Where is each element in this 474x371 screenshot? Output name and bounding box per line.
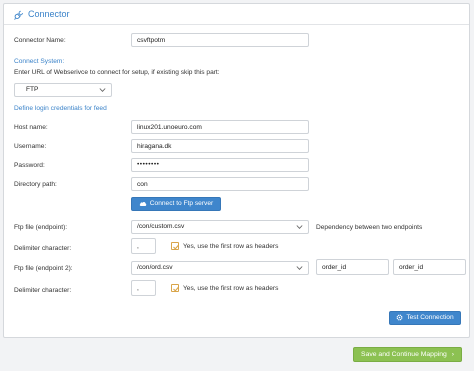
endpoint2-key2-input[interactable] — [393, 259, 466, 275]
connect-ftp-button[interactable]: Connect to Ftp server — [131, 197, 221, 211]
check-icon — [173, 286, 180, 292]
endpoint2-select[interactable]: /con/ord.csv — [131, 261, 309, 275]
endpoint2-delimiter-input[interactable] — [131, 280, 156, 296]
chevron-down-icon — [296, 225, 303, 229]
endpoint2-headers-checkbox[interactable] — [171, 284, 180, 292]
save-continue-label: Save and Continue Mapping — [361, 351, 447, 358]
test-connection-button[interactable]: Test Connection — [389, 311, 461, 325]
chevron-down-icon — [99, 88, 106, 92]
connect-system-heading: Connect System: — [14, 58, 65, 65]
system-type-select[interactable]: FTP — [14, 83, 112, 97]
plug-icon — [14, 10, 24, 20]
endpoint2-value: /con/ord.csv — [137, 264, 173, 271]
credentials-heading: Define login credentials for feed — [14, 105, 107, 112]
endpoint2-headers-label: Yes, use the first row as headers — [183, 285, 279, 292]
username-label: Username: — [14, 143, 47, 150]
host-name-input[interactable] — [131, 120, 309, 134]
directory-path-input[interactable] — [131, 177, 309, 191]
system-type-value: FTP — [26, 86, 39, 93]
endpoint1-headers-label: Yes, use the first row as headers — [183, 243, 279, 250]
endpoint1-headers-checkbox[interactable] — [171, 242, 180, 250]
directory-path-label: Directory path: — [14, 181, 57, 188]
save-continue-button[interactable]: Save and Continue Mapping › — [353, 347, 462, 362]
chevron-down-icon — [296, 266, 303, 270]
endpoint1-label: Ftp file (endpoint): — [14, 224, 68, 231]
endpoint1-delimiter-input[interactable] — [131, 238, 156, 254]
dependency-label: Dependency between two endpoints — [316, 224, 423, 231]
chevron-right-icon: › — [451, 351, 454, 358]
password-label: Password: — [14, 162, 45, 169]
cloud-icon — [139, 201, 147, 206]
endpoint1-value: /con/custom.csv — [137, 223, 185, 230]
endpoint1-delimiter-label: Delimiter character: — [14, 245, 72, 252]
test-connection-label: Test Connection — [406, 314, 454, 321]
endpoint2-label: Ftp file (endpoint 2): — [14, 265, 73, 272]
connect-system-hint: Enter URL of Webserivce to connect for s… — [14, 69, 220, 76]
connector-panel: Connector Connector Name: Connect System… — [3, 3, 470, 338]
username-input[interactable] — [131, 139, 309, 153]
host-name-label: Host name: — [14, 124, 48, 131]
panel-header: Connector — [4, 4, 469, 25]
gear-icon — [396, 314, 403, 321]
connect-ftp-label: Connect to Ftp server — [149, 200, 214, 207]
password-input[interactable]: •••••••• — [131, 158, 309, 172]
connector-name-input[interactable] — [131, 33, 309, 47]
endpoint2-key1-input[interactable] — [316, 259, 389, 275]
endpoint1-select[interactable]: /con/custom.csv — [131, 220, 309, 234]
panel-title: Connector — [28, 9, 70, 19]
check-icon — [173, 244, 180, 250]
endpoint2-delimiter-label: Delimiter character: — [14, 287, 72, 294]
connector-name-label: Connector Name: — [14, 37, 66, 44]
